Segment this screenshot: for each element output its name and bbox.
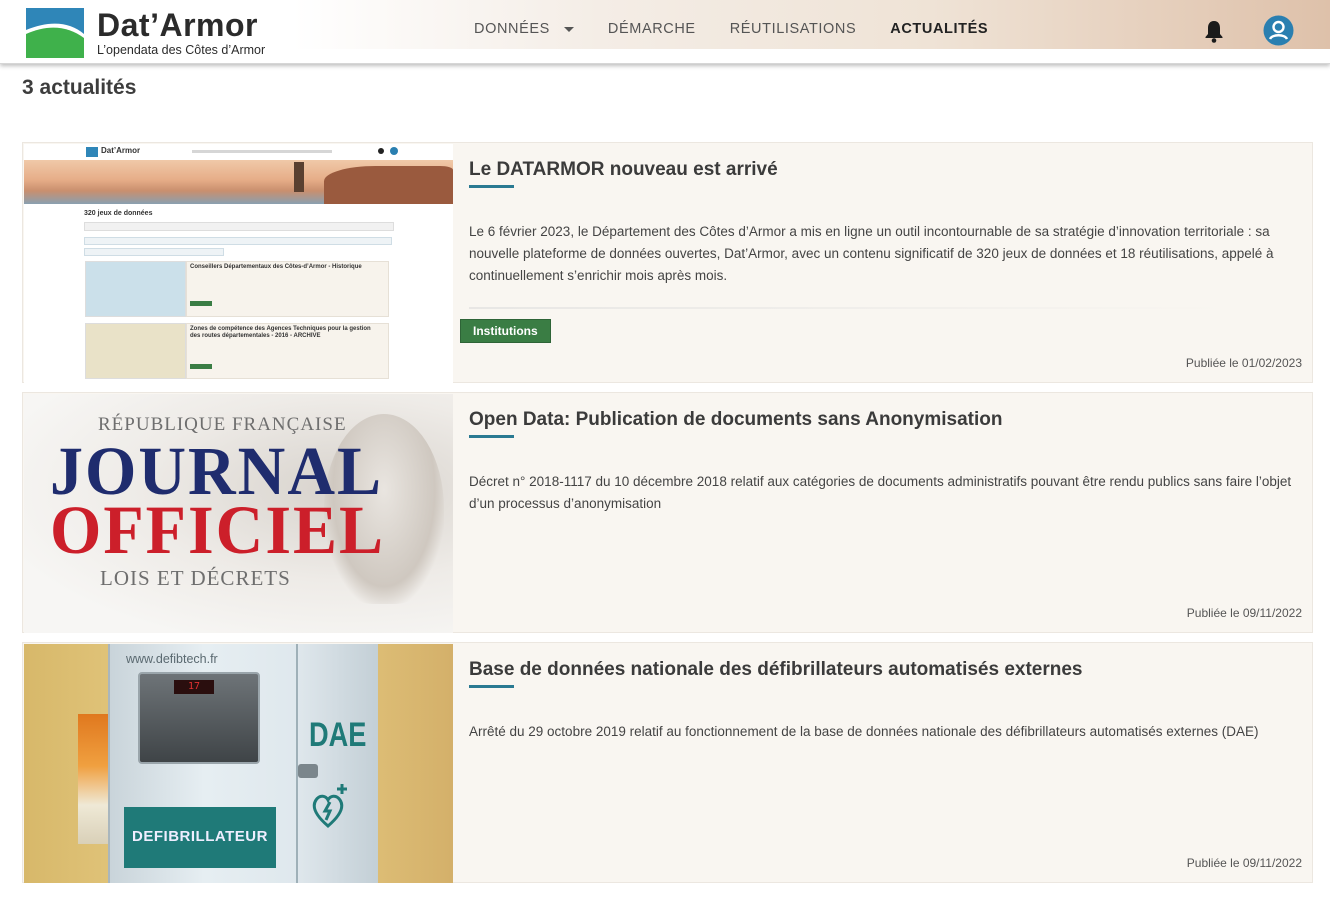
bell-icon[interactable] bbox=[1203, 19, 1225, 43]
dae-door-label: DAE bbox=[309, 716, 367, 754]
news-card-3-title[interactable]: Base de données nationale des défibrilla… bbox=[469, 659, 1083, 681]
mini-map-1 bbox=[85, 261, 186, 317]
defibrillator-photo: www.defibtech.fr 17 DEFIBRILLATEUR DAE bbox=[24, 644, 453, 883]
mini-result-1-title: Conseillers Départementaux des Côtes-d’A… bbox=[190, 264, 362, 270]
mini-result-2-title: Zones de compétence des Agences Techniqu… bbox=[190, 326, 371, 339]
news-card-1-image[interactable]: Dat’Armor 320 jeux de données Conseiller… bbox=[24, 144, 453, 383]
title-underline bbox=[469, 685, 514, 688]
datarmor-logo[interactable] bbox=[26, 8, 84, 58]
mini-account-icon bbox=[390, 147, 398, 155]
nav-reutilisations-label: RÉUTILISATIONS bbox=[729, 21, 857, 37]
news-card-2-date: Publiée le 09/11/2022 bbox=[1186, 606, 1302, 620]
jo-lois-decrets: LOIS ET DÉCRETS bbox=[100, 566, 291, 590]
title-underline bbox=[469, 435, 514, 438]
brand-tagline: L’opendata des Côtes d’Armor bbox=[97, 43, 266, 57]
news-card-1-summary: Le 6 février 2023, le Département des Cô… bbox=[469, 224, 1274, 283]
title-underline bbox=[469, 185, 514, 188]
website-screenshot: Dat’Armor 320 jeux de données Conseiller… bbox=[24, 144, 453, 383]
site-header: Dat’Armor L’opendata des Côtes d’Armor D… bbox=[0, 0, 1330, 64]
brand[interactable]: Dat’Armor L’opendata des Côtes d’Armor bbox=[97, 8, 265, 57]
news-card-1-date: Publiée le 01/02/2023 bbox=[1185, 356, 1302, 370]
news-card-3-date: Publiée le 09/11/2022 bbox=[1186, 856, 1302, 870]
news-card-2-title[interactable]: Open Data: Publication de documents sans… bbox=[469, 409, 1002, 431]
nav-demarche[interactable]: DÉMARCHE bbox=[608, 21, 696, 37]
nav-reutilisations[interactable]: RÉUTILISATIONS bbox=[730, 21, 857, 37]
news-count-heading: 3 actualités bbox=[22, 76, 137, 99]
mini-logo-icon bbox=[86, 147, 98, 157]
dae-box-label: DEFIBRILLATEUR bbox=[132, 828, 268, 845]
news-card-2-image[interactable]: RÉPUBLIQUE FRANÇAISE JOURNAL OFFICIEL LO… bbox=[24, 394, 453, 633]
news-card-3-summary: Arrêté du 29 octobre 2019 relatif au fon… bbox=[469, 724, 1259, 739]
news-card-1-title[interactable]: Le DATARMOR nouveau est arrivé bbox=[469, 159, 778, 181]
news-card-1[interactable]: Dat’Armor 320 jeux de données Conseiller… bbox=[22, 142, 1313, 383]
tag-institutions[interactable]: Institutions bbox=[460, 319, 551, 343]
chevron-down-icon bbox=[563, 26, 574, 32]
journal-officiel-image: RÉPUBLIQUE FRANÇAISE JOURNAL OFFICIEL LO… bbox=[24, 394, 453, 633]
account-icon[interactable] bbox=[1263, 15, 1294, 46]
news-card-2[interactable]: RÉPUBLIQUE FRANÇAISE JOURNAL OFFICIEL LO… bbox=[22, 392, 1313, 633]
nav-demarche-label: DÉMARCHE bbox=[607, 21, 696, 37]
brand-name: Dat’Armor bbox=[97, 7, 258, 43]
dae-url-text: www.defibtech.fr bbox=[126, 652, 218, 666]
news-card-2-summary: Décret n° 2018-1117 du 10 décembre 2018 … bbox=[469, 474, 1292, 511]
nav-donnees-label: DONNÉES bbox=[474, 21, 550, 37]
main-nav: DONNÉES DÉMARCHE RÉUTILISATIONS ACTUALIT… bbox=[474, 21, 1022, 37]
jo-officiel: OFFICIEL bbox=[50, 492, 386, 569]
nav-actualites-label: ACTUALITÉS bbox=[890, 21, 989, 37]
nav-actualites[interactable]: ACTUALITÉS bbox=[890, 21, 988, 37]
news-card-3-image[interactable]: www.defibtech.fr 17 DEFIBRILLATEUR DAE bbox=[24, 644, 453, 883]
news-card-3[interactable]: www.defibtech.fr 17 DEFIBRILLATEUR DAE B… bbox=[22, 642, 1313, 883]
dae-display: 17 bbox=[174, 680, 214, 694]
mini-brand: Dat’Armor bbox=[101, 146, 141, 155]
heart-defibrillator-icon bbox=[312, 784, 347, 828]
mini-bell-icon bbox=[378, 148, 384, 154]
mini-count: 320 jeux de données bbox=[84, 210, 153, 217]
mini-map-2 bbox=[85, 323, 186, 379]
nav-donnees[interactable]: DONNÉES bbox=[474, 21, 574, 37]
